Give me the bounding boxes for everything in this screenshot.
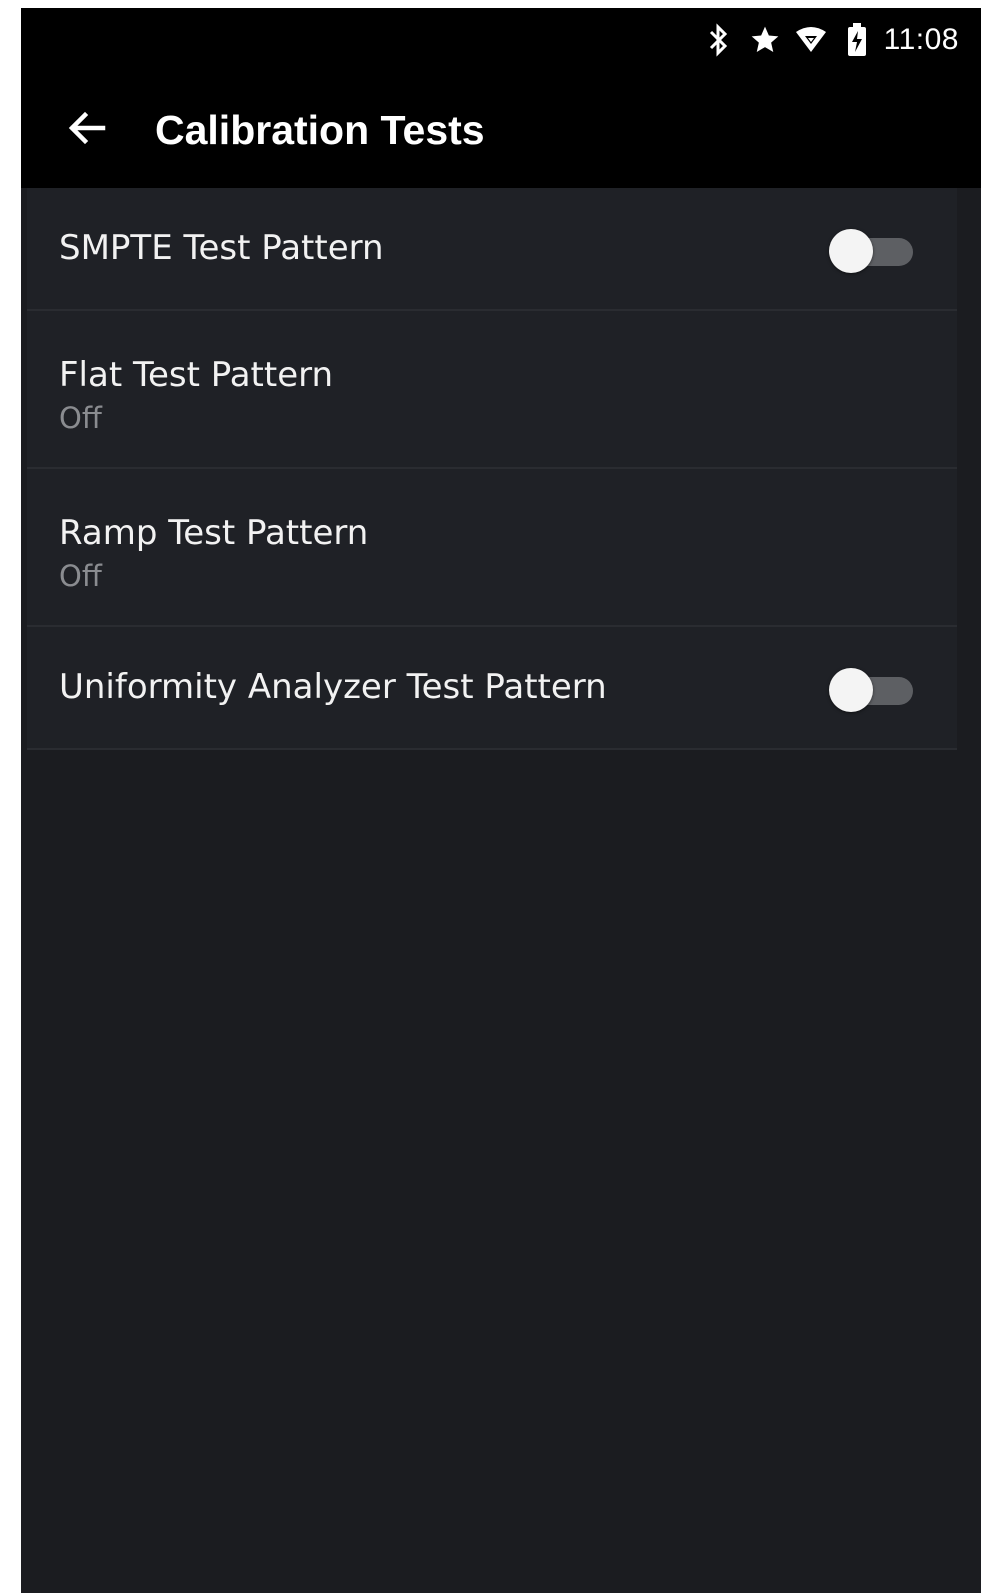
list-item-title: Uniformity Analyzer Test Pattern xyxy=(59,667,607,707)
uniformity-toggle[interactable] xyxy=(829,667,913,713)
status-bar: 11:08 xyxy=(21,8,981,72)
wifi-icon xyxy=(794,20,828,60)
list-item-title: Ramp Test Pattern xyxy=(59,513,369,553)
status-time: 11:08 xyxy=(883,23,959,56)
toggle-thumb xyxy=(829,668,873,712)
settings-list: SMPTE Test Pattern Flat Test Pattern Off… xyxy=(27,188,957,750)
list-item-smpte-test-pattern[interactable]: SMPTE Test Pattern xyxy=(27,188,957,311)
list-item-value: Off xyxy=(59,401,102,435)
star-icon xyxy=(748,20,782,60)
arrow-left-icon xyxy=(67,108,107,152)
list-item-title: Flat Test Pattern xyxy=(59,355,334,395)
bluetooth-icon xyxy=(702,20,736,60)
phone-screen: 11:08 Calibration Tests SMPTE Test Patte… xyxy=(21,8,981,1593)
list-item-title: SMPTE Test Pattern xyxy=(59,228,384,268)
toggle-thumb xyxy=(829,229,873,273)
smpte-toggle[interactable] xyxy=(829,228,913,274)
list-item-ramp-test-pattern[interactable]: Ramp Test Pattern Off xyxy=(27,469,957,627)
list-item-uniformity-analyzer-test-pattern[interactable]: Uniformity Analyzer Test Pattern xyxy=(27,627,957,750)
list-item-flat-test-pattern[interactable]: Flat Test Pattern Off xyxy=(27,311,957,469)
battery-charging-icon xyxy=(840,20,874,60)
app-bar: Calibration Tests xyxy=(21,72,981,188)
back-button[interactable] xyxy=(57,100,117,160)
page-title: Calibration Tests xyxy=(155,106,485,153)
list-item-value: Off xyxy=(59,559,102,593)
